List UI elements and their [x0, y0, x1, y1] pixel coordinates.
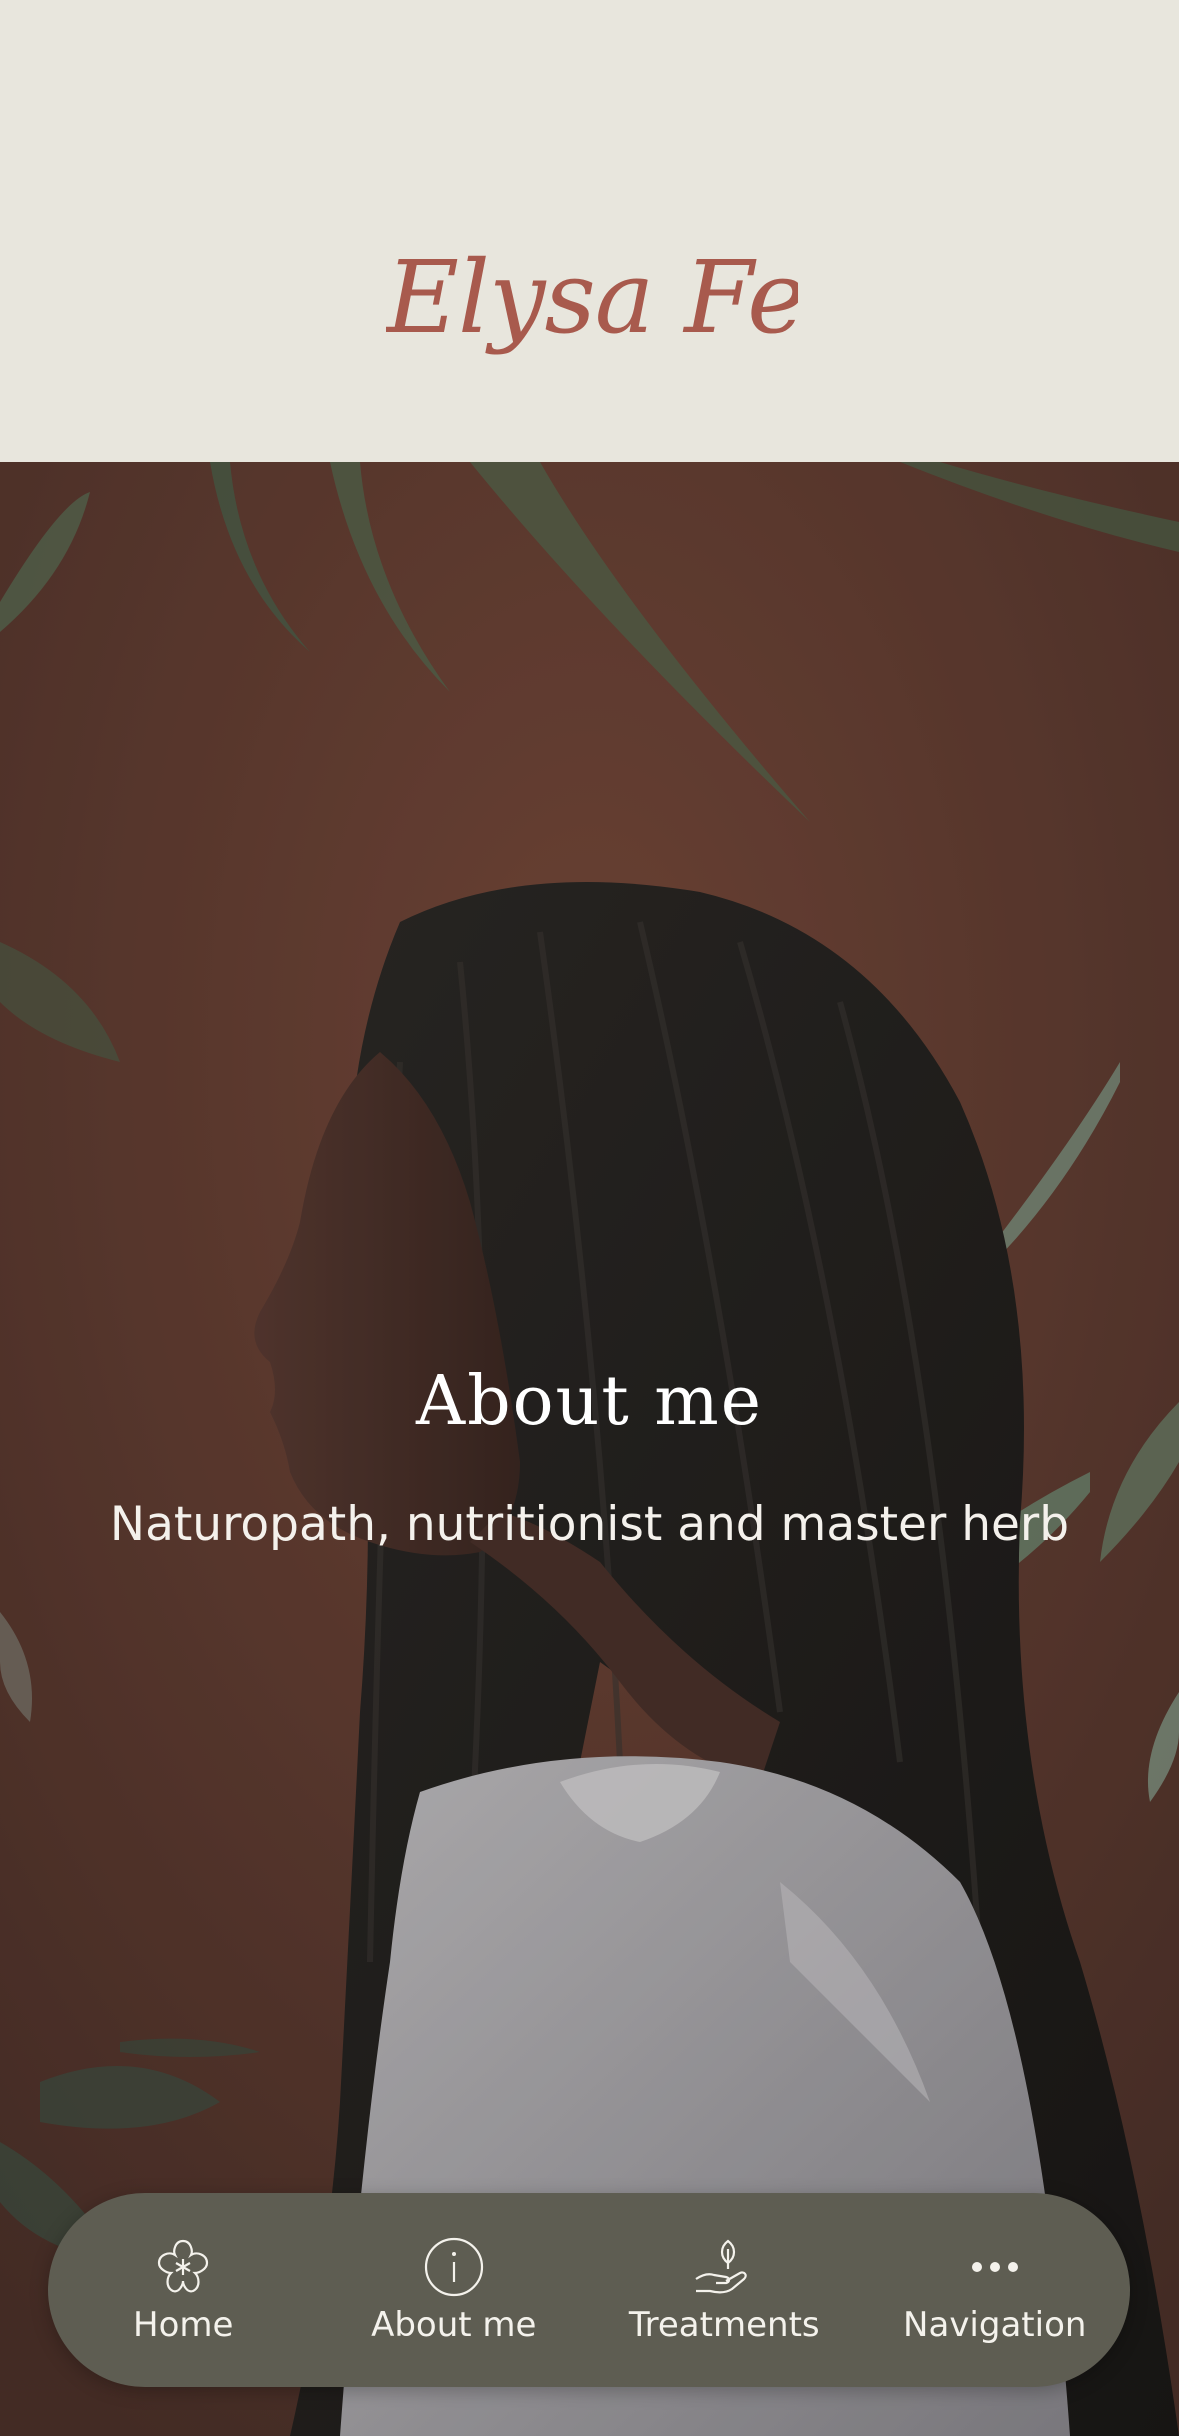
hero-overlay	[0, 462, 1179, 2436]
bottom-navigation-bar: Home About me Treatments Navigation	[48, 2193, 1130, 2387]
nav-item-navigation[interactable]: Navigation	[870, 2205, 1120, 2375]
nav-label-home: Home	[133, 2305, 234, 2345]
more-dots-icon	[963, 2235, 1027, 2299]
nav-label-navigation: Navigation	[903, 2305, 1087, 2345]
hero-subtitle: Naturopath, nutritionist and master herb	[109, 1497, 1070, 1552]
hero-title: About me	[415, 1362, 764, 1441]
hero-section: About me Naturopath, nutritionist and ma…	[0, 462, 1179, 2436]
info-icon	[422, 2235, 486, 2299]
site-header: Elysa Feiger	[0, 0, 1179, 462]
nav-label-treatments: Treatments	[628, 2305, 820, 2345]
hand-plant-icon	[692, 2235, 756, 2299]
nav-item-treatments[interactable]: Treatments	[599, 2205, 849, 2375]
nav-item-about-me[interactable]: About me	[329, 2205, 579, 2375]
site-logo[interactable]: Elysa Feiger	[386, 228, 798, 368]
page: Elysa Feiger	[0, 0, 1179, 2436]
nav-label-about-me: About me	[371, 2305, 537, 2345]
flower-icon	[151, 2235, 215, 2299]
nav-item-home[interactable]: Home	[58, 2205, 308, 2375]
